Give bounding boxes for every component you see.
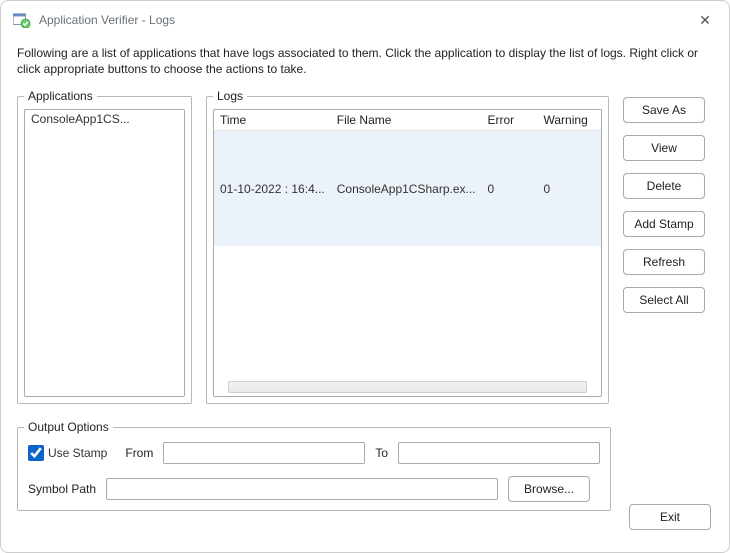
logs-horizontal-scrollbar[interactable] — [228, 381, 587, 393]
browse-button[interactable]: Browse... — [508, 476, 590, 502]
output-options-legend: Output Options — [24, 420, 113, 434]
close-button[interactable]: ✕ — [693, 8, 717, 32]
save-as-button[interactable]: Save As — [623, 97, 705, 123]
instruction-text: Following are a list of applications tha… — [17, 39, 713, 89]
symbol-path-input[interactable] — [106, 478, 498, 500]
window-title: Application Verifier - Logs — [39, 13, 175, 27]
from-input[interactable] — [163, 442, 365, 464]
close-icon: ✕ — [699, 12, 711, 29]
cell-file: ConsoleApp1CSharp.ex... — [331, 131, 482, 246]
use-stamp-wrapper: Use Stamp — [28, 445, 107, 461]
app-window: Application Verifier - Logs ✕ Following … — [0, 0, 730, 553]
side-buttons: Save As View Delete Add Stamp Refresh Se… — [623, 89, 713, 404]
applications-group: Applications ConsoleApp1CS... — [17, 89, 192, 404]
exit-row: Exit — [629, 504, 711, 530]
from-label: From — [125, 446, 153, 460]
refresh-button[interactable]: Refresh — [623, 249, 705, 275]
output-options-group: Output Options Use Stamp From To Symbol … — [17, 420, 611, 511]
column-warning[interactable]: Warning — [538, 110, 602, 131]
applications-list[interactable]: ConsoleApp1CS... — [24, 109, 185, 397]
applications-legend: Applications — [24, 89, 97, 103]
logs-container: Time File Name Error Warning 01-10-2022 … — [213, 109, 602, 397]
cell-warning: 0 — [538, 131, 602, 246]
delete-button[interactable]: Delete — [623, 173, 705, 199]
logs-table[interactable]: Time File Name Error Warning 01-10-2022 … — [214, 110, 601, 246]
logs-legend: Logs — [213, 89, 247, 103]
logs-header-row: Time File Name Error Warning — [214, 110, 601, 131]
column-time[interactable]: Time — [214, 110, 331, 131]
use-stamp-label: Use Stamp — [48, 446, 107, 460]
column-error[interactable]: Error — [482, 110, 538, 131]
view-button[interactable]: View — [623, 135, 705, 161]
select-all-button[interactable]: Select All — [623, 287, 705, 313]
use-stamp-checkbox[interactable] — [28, 445, 44, 461]
cell-time: 01-10-2022 : 16:4... — [214, 131, 331, 246]
main-row: Applications ConsoleApp1CS... Logs Time … — [17, 89, 713, 404]
exit-button[interactable]: Exit — [629, 504, 711, 530]
cell-error: 0 — [482, 131, 538, 246]
dialog-content: Following are a list of applications tha… — [1, 39, 729, 523]
table-row[interactable]: 01-10-2022 : 16:4... ConsoleApp1CSharp.e… — [214, 131, 601, 246]
to-label: To — [375, 446, 388, 460]
application-item[interactable]: ConsoleApp1CS... — [25, 110, 184, 128]
column-file-name[interactable]: File Name — [331, 110, 482, 131]
app-verifier-icon — [13, 12, 31, 28]
titlebar: Application Verifier - Logs ✕ — [1, 1, 729, 39]
logs-group: Logs Time File Name Error Warning — [206, 89, 609, 404]
to-input[interactable] — [398, 442, 600, 464]
symbol-path-label: Symbol Path — [28, 482, 96, 496]
add-stamp-button[interactable]: Add Stamp — [623, 211, 705, 237]
